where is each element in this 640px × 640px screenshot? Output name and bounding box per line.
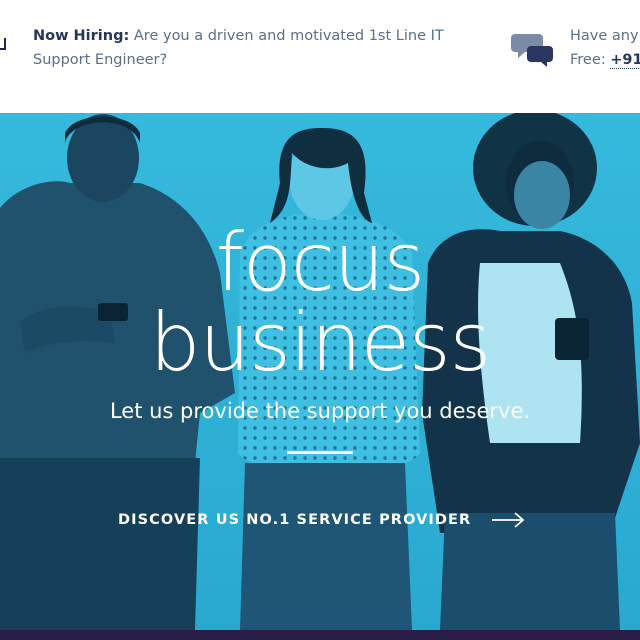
logo-edge[interactable]	[0, 38, 6, 50]
arrow-right-icon	[492, 512, 525, 528]
chat-bubbles-icon	[511, 34, 553, 67]
bottom-strip	[0, 630, 640, 640]
hero-title: focus business	[0, 223, 640, 383]
discover-cta-link[interactable]: DISCOVER US NO.1 SERVICE PROVIDER	[118, 506, 525, 534]
contact-line-2: Free: +91	[570, 48, 640, 72]
hero-divider	[287, 451, 353, 454]
contact-info: Have any Free: +91	[570, 24, 640, 72]
hero-title-line-1: focus	[215, 216, 425, 309]
hero-title-line-2: business	[149, 296, 492, 389]
hero-subtitle: Let us provide the support you deserve.	[109, 399, 531, 423]
hiring-notice[interactable]: Now Hiring: Are you a driven and motivat…	[33, 24, 453, 72]
contact-free-label: Free:	[570, 52, 606, 68]
cta-label: DISCOVER US NO.1 SERVICE PROVIDER	[118, 512, 472, 528]
hiring-lead: Now Hiring:	[33, 28, 130, 44]
contact-line-1: Have any	[570, 28, 639, 44]
hero-banner: focus business Let us provide the suppor…	[0, 113, 640, 630]
contact-phone-link[interactable]: +91	[610, 52, 640, 69]
top-bar: Now Hiring: Are you a driven and motivat…	[0, 0, 640, 113]
